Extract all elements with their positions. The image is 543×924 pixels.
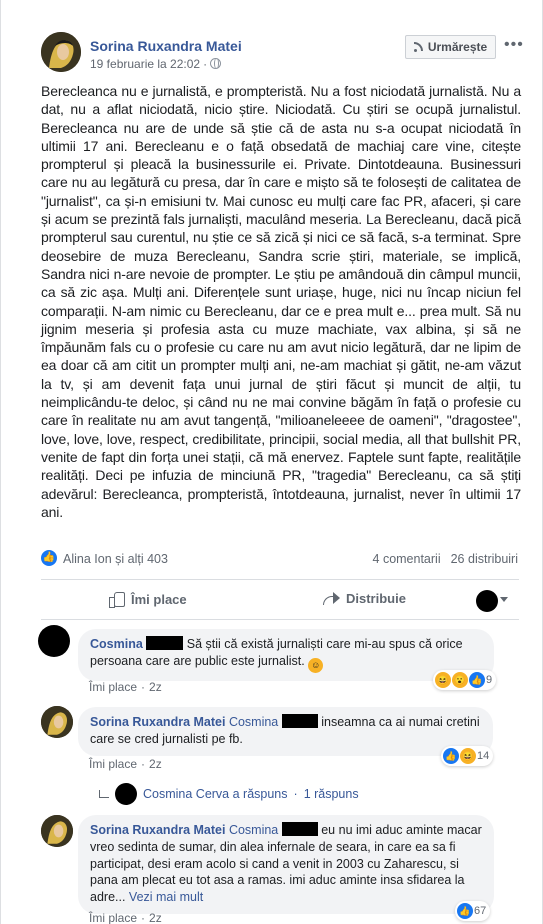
action-bar: Îmi place Distribuie <box>41 585 519 615</box>
comment-author[interactable]: Sorina Ruxandra Matei <box>90 715 225 729</box>
like-button[interactable]: Îmi place <box>109 591 187 608</box>
post-date[interactable]: 19 februarie la 22:02 <box>90 57 200 71</box>
like-reaction-icon: 👍 <box>469 672 485 688</box>
reactors-link[interactable]: Alina Ion și alți 403 <box>63 552 168 566</box>
like-reaction-icon: 👍 <box>457 903 473 919</box>
share-button[interactable]: Distribuie <box>323 591 406 606</box>
comment-age[interactable]: 2z <box>149 757 162 771</box>
post-meta: 19 februarie la 22:02 · <box>90 57 222 71</box>
post-card: Sorina Ruxandra Matei 19 februarie la 22… <box>0 0 543 924</box>
replier-avatar <box>115 783 137 805</box>
commenter-avatar[interactable] <box>38 625 70 657</box>
comment-reactions[interactable]: 👍 😆 14 <box>441 746 494 766</box>
reaction-count: 9 <box>486 674 493 686</box>
commenter-avatar[interactable] <box>41 706 73 738</box>
redacted-name <box>281 822 318 836</box>
comment-reactions[interactable]: 👍 67 <box>455 901 491 921</box>
reaction-count: 14 <box>477 750 490 762</box>
reaction-count: 67 <box>474 905 487 917</box>
author-avatar[interactable] <box>41 32 81 72</box>
comment-bubble: Sorina Ruxandra Matei Cosmina inseamna c… <box>78 707 493 756</box>
rss-icon <box>413 42 424 52</box>
view-replies-link[interactable]: Cosmina Cerva a răspuns · 1 răspuns <box>99 783 359 805</box>
divider <box>41 579 519 580</box>
reply-sep: · <box>293 787 298 801</box>
share-label: Distribuie <box>346 591 406 606</box>
comment-author[interactable]: Sorina Ruxandra Matei <box>90 823 225 837</box>
comment-age[interactable]: 2z <box>149 680 162 694</box>
wow-reaction-icon: 😮 <box>452 672 468 688</box>
comment-like-link[interactable]: Îmi place <box>89 757 137 771</box>
divider <box>41 619 519 620</box>
redacted-name <box>281 714 318 728</box>
reply-arrow-icon <box>99 790 109 798</box>
comment-reactions[interactable]: 😆 😮 👍 9 <box>433 670 497 690</box>
comments-count[interactable]: 4 comentarii <box>373 552 441 566</box>
redacted-name <box>146 636 184 650</box>
comment-author[interactable]: Cosmina <box>90 637 143 651</box>
shares-count[interactable]: 26 distribuiri <box>451 552 518 566</box>
like-reaction-icon: 👍 <box>41 550 57 566</box>
like-label: Îmi place <box>131 591 187 607</box>
comment-bubble: Cosmina Să știi că există jurnaliști car… <box>78 629 494 681</box>
more-options-icon[interactable]: ••• <box>504 36 524 54</box>
comment-age[interactable]: 2z <box>149 911 162 924</box>
commenter-avatar[interactable] <box>41 815 73 847</box>
thumbs-up-icon <box>109 591 125 608</box>
comment-mention[interactable]: Cosmina <box>229 823 278 837</box>
see-more-link[interactable]: Vezi mai mult <box>129 890 203 904</box>
comment-footer: Îmi place · 2z <box>89 757 162 771</box>
post-stats: 👍 Alina Ion și alți 403 4 comentarii 26 d… <box>41 550 521 570</box>
comment-like-link[interactable]: Îmi place <box>89 911 137 924</box>
reply-who: Cosmina Cerva a răspuns <box>143 787 288 801</box>
follow-button[interactable]: Urmărește <box>405 35 496 59</box>
comment-bubble: Sorina Ruxandra Matei Cosmina eu nu imi … <box>78 815 494 914</box>
haha-reaction-icon: 😆 <box>435 672 451 688</box>
post-body: Berecleanca nu e jurnalistă, e prompteri… <box>41 83 521 520</box>
comment-mention[interactable]: Cosmina <box>229 715 278 729</box>
like-reaction-icon: 👍 <box>443 748 459 764</box>
author-name[interactable]: Sorina Ruxandra Matei <box>90 38 242 54</box>
reply-count: 1 răspuns <box>303 787 359 801</box>
comment-footer: Îmi place · 2z <box>89 911 162 924</box>
follow-label: Urmărește <box>427 40 488 54</box>
viewer-avatar[interactable] <box>476 590 498 612</box>
globe-icon <box>210 58 222 69</box>
comment-like-link[interactable]: Îmi place <box>89 680 137 694</box>
smiley-emoji-icon: ☺ <box>308 657 324 673</box>
share-arrow-icon <box>323 591 340 606</box>
haha-reaction-icon: 😆 <box>460 748 476 764</box>
comment-footer: Îmi place · 2z <box>89 680 162 694</box>
chevron-down-icon[interactable] <box>500 597 508 602</box>
